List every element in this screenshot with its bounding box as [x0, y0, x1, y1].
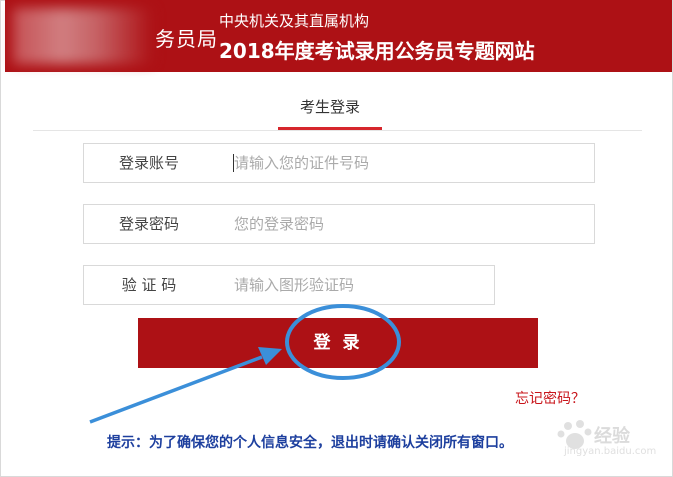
- baidu-jingyan-watermark: 经验 jingyan.baidu.com: [556, 416, 656, 466]
- page-title: 2018年度考试录用公务员专题网站: [219, 39, 535, 63]
- logo-text: 务员局: [155, 27, 218, 51]
- account-input[interactable]: 请输入您的证件号码: [234, 144, 369, 182]
- captcha-field[interactable]: 验 证 码 请输入图形验证码: [83, 265, 495, 305]
- captcha-label: 验 证 码: [121, 276, 177, 294]
- tab-candidate-login[interactable]: 考生登录: [278, 96, 382, 117]
- watermark-url: jingyan.baidu.com: [564, 446, 657, 457]
- blurred-logo: [13, 8, 153, 64]
- account-label: 登录账号: [118, 154, 179, 172]
- security-tip: 提示：为了确保您的个人信息安全，退出时请确认关闭所有窗口。: [107, 435, 513, 451]
- password-input[interactable]: 您的登录密码: [234, 205, 324, 243]
- captcha-input[interactable]: 请输入图形验证码: [234, 266, 354, 304]
- password-label: 登录密码: [118, 215, 179, 233]
- forgot-password-link[interactable]: 忘记密码？: [515, 388, 585, 408]
- header-org: 中央机关及其直属机构: [219, 12, 370, 30]
- password-field[interactable]: 登录密码 您的登录密码: [83, 204, 595, 244]
- login-button[interactable]: 登 录: [138, 318, 538, 368]
- account-field[interactable]: 登录账号 请输入您的证件号码: [83, 143, 595, 183]
- site-header: 务员局 中央机关及其直属机构 2018年度考试录用公务员专题网站: [5, 0, 672, 72]
- tab-divider: [33, 130, 642, 131]
- watermark-text: 经验: [594, 426, 630, 447]
